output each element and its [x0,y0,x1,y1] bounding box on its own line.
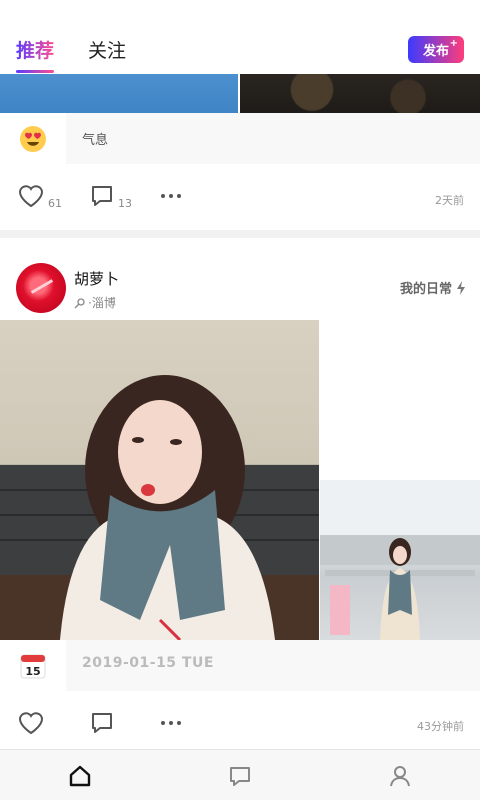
more-button[interactable] [160,713,182,733]
location: ·淄博 [74,294,116,311]
top-header: 推荐 关注 发布 + [0,24,480,74]
comment-button[interactable] [90,711,114,735]
comment-icon [92,186,112,206]
topic-label: 我的日常 [399,282,452,297]
post-2-photo-main[interactable] [0,320,319,640]
topic-tag[interactable]: 我的日常 [400,278,466,297]
calendar-icon: 15 [0,640,66,691]
location-text: ·淄博 [88,296,116,310]
heart-eyes-emoji-icon [0,113,66,164]
like-count: 61 [48,197,62,210]
post-1-tag-label: 气息 [82,133,109,148]
post-2-date: 2019-01-15 TUE [82,655,214,671]
lightning-icon [457,280,465,295]
comment-icon [92,713,112,733]
app-screen: 11:59 推荐 关注 发布 + 气息 61 13 2天前 胡萝卜 ·淄博 我的… [0,0,480,800]
message-icon [230,767,250,786]
wifi-icon [360,7,373,17]
like-button[interactable]: 61 [18,184,62,210]
status-bar: 11:59 [0,0,480,24]
username[interactable]: 胡萝卜 [74,268,119,289]
comment-count: 13 [118,197,132,210]
profile-icon [390,766,410,787]
tab-following[interactable]: 关注 [88,36,126,63]
location-icon [338,6,347,18]
avatar[interactable] [16,263,66,313]
post-2-actions: 43分钟前 [0,691,480,749]
home-icon [69,765,91,787]
post-1-photo-right[interactable] [240,74,480,113]
post-2-photo-side[interactable] [320,480,480,640]
heart-icon [18,712,44,735]
post-1-actions: 61 13 2天前 [0,164,480,230]
publish-label: 发布 [422,44,449,59]
nav-home[interactable] [68,764,92,788]
nav-profile[interactable] [388,764,412,788]
post-2-tag-row[interactable]: 15 2019-01-15 TUE [0,640,480,691]
comment-button[interactable]: 13 [90,184,132,210]
calendar-day: 15 [25,665,40,678]
post-1-photo-left[interactable] [0,74,238,113]
status-time: 11:59 [431,4,472,20]
post-1-time: 2天前 [435,194,464,207]
location-pin-icon [74,297,85,308]
like-button[interactable] [18,711,44,735]
nav-messages[interactable] [228,764,252,788]
post-2-header: 胡萝卜 ·淄博 我的日常 [0,238,480,320]
post-1-images [0,74,480,113]
signal-icon [384,6,397,18]
more-button[interactable] [160,186,182,206]
more-dots-icon [161,194,181,198]
divider [0,230,480,238]
post-2-images [0,320,480,640]
publish-button[interactable]: 发布 + [408,36,464,63]
mall-photo-illustration [320,480,480,640]
more-dots-icon [161,721,181,725]
post-1-tag-row[interactable]: 气息 [0,113,480,164]
plus-icon: + [449,38,458,49]
battery-icon [411,6,418,18]
portrait-illustration [0,375,319,640]
tab-recommend[interactable]: 推荐 [16,36,55,73]
heart-icon [18,185,44,208]
post-2-time: 43分钟前 [417,720,464,733]
bottom-nav [0,749,480,800]
